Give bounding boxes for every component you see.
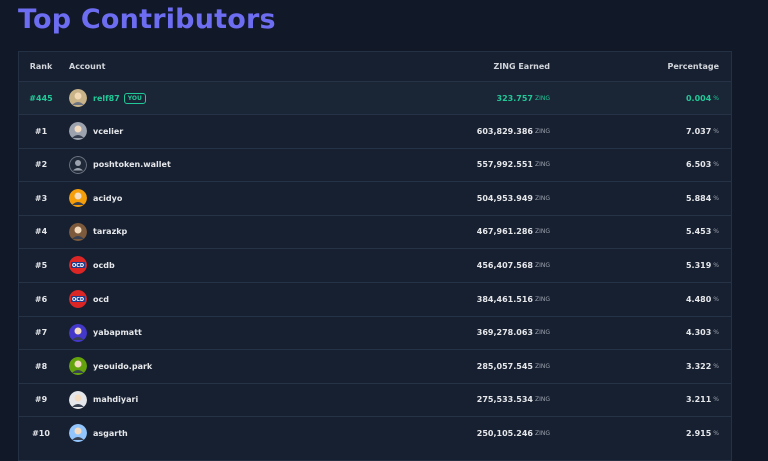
account-name[interactable]: poshtoken.wallet (93, 160, 171, 169)
rank-value: #5 (34, 260, 48, 270)
zing-value: 603,829.386 (476, 126, 533, 136)
rank-value: #7 (34, 328, 48, 338)
table-row[interactable]: #4 tarazkp 467,961.286 ZING 5.453% (19, 214, 731, 248)
percentage-value: 6.503 (685, 160, 712, 170)
percent-symbol: % (713, 161, 719, 169)
percent-symbol: % (713, 295, 719, 303)
svg-text:OCD: OCD (72, 297, 84, 303)
account-name[interactable]: ocdb (93, 261, 115, 270)
account-name[interactable]: vcelier (93, 127, 123, 136)
table-header: Rank Account ZING Earned Percentage (19, 52, 731, 81)
zing-value: 557,992.551 (476, 160, 533, 170)
user-avatar-icon[interactable] (69, 357, 87, 376)
zing-unit: ZING (534, 261, 550, 269)
percent-symbol: % (713, 329, 719, 337)
zing-unit: ZING (534, 94, 550, 102)
header-zing-earned: ZING Earned (493, 62, 550, 71)
percent-symbol: % (713, 362, 719, 370)
percentage-value: 4.303 (685, 328, 712, 338)
zing-value: 275,533.534 (476, 395, 533, 405)
percentage-value: 2.915 (685, 428, 712, 438)
zing-value: 456,407.568 (476, 260, 533, 270)
percent-symbol: % (713, 94, 719, 102)
zing-unit: ZING (534, 228, 550, 236)
zing-value: 467,961.286 (476, 227, 533, 237)
percentage-value: 3.322 (685, 361, 712, 371)
header-rank: Rank (29, 62, 53, 71)
percentage-value: 5.453 (685, 227, 712, 237)
zing-unit: ZING (534, 194, 550, 202)
zing-unit: ZING (534, 161, 550, 169)
percent-symbol: % (713, 194, 719, 202)
rank-value: #2 (34, 160, 48, 170)
account-name[interactable]: yeouido.park (93, 362, 152, 371)
percentage-value: 5.319 (685, 260, 712, 270)
zing-value: 504,953.949 (476, 193, 533, 203)
contributors-table: Rank Account ZING Earned Percentage #445… (18, 51, 732, 461)
percent-symbol: % (713, 429, 719, 437)
percentage-value: 0.004 (685, 93, 712, 103)
user-avatar-icon[interactable] (69, 189, 87, 208)
header-percentage: Percentage (667, 62, 719, 71)
table-row[interactable]: #2 poshtoken.wallet 557,992.551 ZING 6.503% (19, 147, 731, 181)
table-row[interactable]: #6 OCD ocd 384,461.516 ZING 4.480% (19, 282, 731, 315)
zing-unit: ZING (534, 127, 550, 135)
table-row[interactable]: #5 OCD ocdb 456,407.568 ZING 5.319% (19, 248, 731, 281)
svg-text:OCD: OCD (72, 263, 84, 269)
ocd-logo-icon[interactable]: OCD (69, 256, 87, 275)
user-avatar-icon[interactable] (69, 424, 87, 443)
percentage-value: 4.480 (685, 294, 712, 304)
account-name[interactable]: acidyo (93, 194, 122, 203)
zing-unit: ZING (534, 396, 550, 404)
zing-value: 285,057.545 (476, 361, 533, 371)
percentage-value: 3.211 (685, 395, 712, 405)
rank-value: #445 (29, 93, 53, 103)
zing-unit: ZING (534, 362, 550, 370)
table-row[interactable]: #8 yeouido.park 285,057.545 ZING 3.322% (19, 349, 731, 382)
percentage-value: 7.037 (685, 126, 712, 136)
zing-value: 384,461.516 (476, 294, 533, 304)
ocd-logo-icon[interactable]: OCD (69, 290, 87, 308)
account-name[interactable]: relf87 (93, 94, 120, 103)
table-row[interactable]: #9 mahdiyari 275,533.534 ZING 3.211% (19, 382, 731, 416)
account-name[interactable]: yabapmatt (93, 328, 142, 337)
user-avatar-icon[interactable] (69, 122, 87, 140)
account-name[interactable]: ocd (93, 295, 109, 304)
user-avatar-icon[interactable] (69, 89, 87, 107)
percent-symbol: % (713, 127, 719, 135)
rank-value: #8 (34, 361, 48, 371)
account-name[interactable]: mahdiyari (93, 395, 138, 404)
account-name[interactable]: tarazkp (93, 227, 127, 236)
user-avatar-icon[interactable] (69, 323, 87, 342)
table-row[interactable]: #10 asgarth 250,105.246 ZING 2.915% (19, 416, 731, 449)
rank-value: #10 (32, 428, 50, 438)
zing-value: 369,278.063 (476, 328, 533, 338)
you-badge: YOU (123, 92, 146, 104)
percentage-value: 5.884 (685, 193, 712, 203)
rank-value: #9 (34, 395, 48, 405)
account-name[interactable]: asgarth (93, 429, 128, 438)
percent-symbol: % (713, 396, 719, 404)
zing-value: 323.757 (496, 93, 533, 103)
table-row[interactable]: #7 yabapmatt 369,278.063 ZING 4.303% (19, 315, 731, 349)
rank-value: #1 (34, 126, 48, 136)
table-row[interactable]: #3 acidyo 504,953.949 ZING 5.884% (19, 181, 731, 214)
zing-value: 250,105.246 (476, 428, 533, 438)
rank-value: #6 (34, 294, 48, 304)
current-user-row[interactable]: #445 relf87 YOU 323.757 ZING 0.004% (19, 81, 731, 114)
zing-unit: ZING (534, 329, 550, 337)
user-avatar-icon[interactable] (69, 222, 87, 241)
page-title: Top Contributors (18, 4, 276, 35)
zing-unit: ZING (534, 295, 550, 303)
rank-value: #4 (34, 227, 48, 237)
zing-unit: ZING (534, 429, 550, 437)
rank-value: #3 (34, 193, 48, 203)
percent-symbol: % (713, 228, 719, 236)
percent-symbol: % (713, 261, 719, 269)
table-row[interactable]: #1 vcelier 603,829.386 ZING 7.037% (19, 114, 731, 147)
user-avatar-icon[interactable] (69, 390, 87, 409)
default-user-icon[interactable] (69, 155, 87, 174)
header-account: Account (69, 62, 106, 71)
